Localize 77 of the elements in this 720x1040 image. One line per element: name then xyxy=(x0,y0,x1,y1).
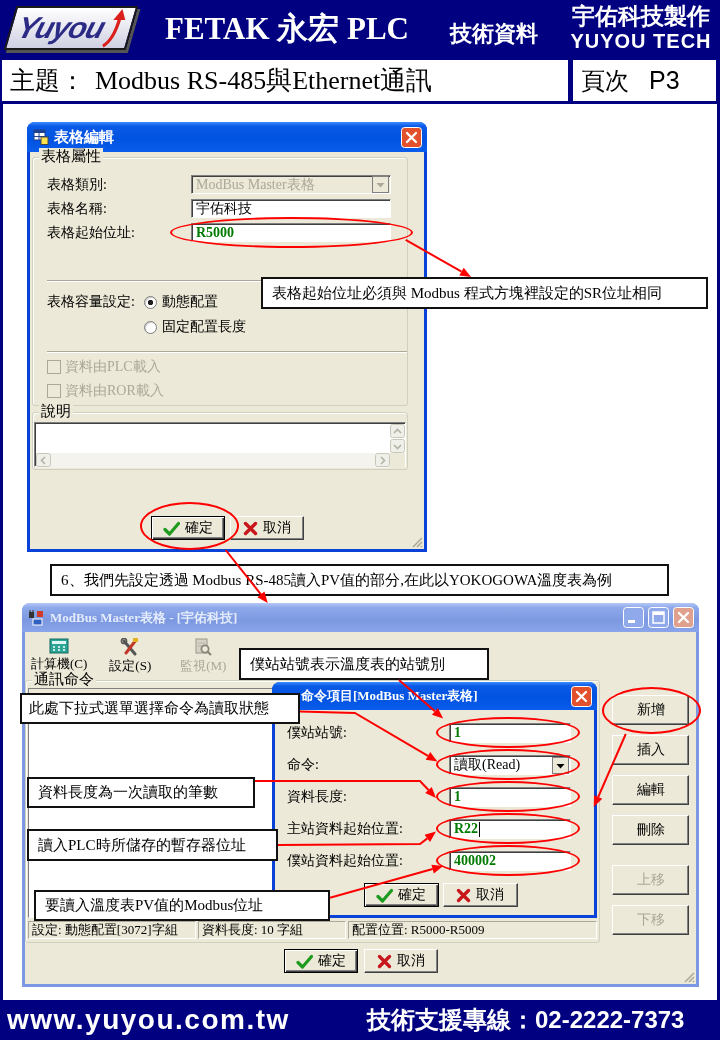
field-label: 僕站站號: xyxy=(287,724,347,742)
callout-note: 表格起始位址必須與 Modbus 程式方塊裡設定的SR位址相同 xyxy=(261,277,708,309)
field-label: 表格容量設定: xyxy=(47,293,136,311)
text-field[interactable]: 1 xyxy=(449,723,571,743)
status-text: 資料長度: 10 字組 xyxy=(198,921,346,939)
magnifier-document-icon xyxy=(193,638,214,656)
window-title: 表格編輯 xyxy=(54,127,114,147)
status-text: 配置位置: R5000-R5009 xyxy=(348,921,597,939)
group-title: 通訊命令 xyxy=(32,671,96,688)
cross-icon xyxy=(242,520,258,536)
subject-title: Modbus RS-485與Ethernet通訊 xyxy=(95,65,433,97)
action-button[interactable]: 刪除 xyxy=(612,815,689,845)
text-field[interactable]: R5000 xyxy=(191,223,391,242)
website-address: www.yuyou.com.tw xyxy=(7,1004,291,1036)
group-title: 說明 xyxy=(39,403,73,420)
header-title: FETAK 永宏 PLC xyxy=(165,10,410,48)
maker-name: 宇佑科技製作 xyxy=(572,3,710,29)
callout-note: 資料長度為一次讀取的筆數 xyxy=(27,777,255,808)
dropdown-field[interactable]: 讀取(Read) xyxy=(449,755,571,775)
maker-name-english: YUYOU TECH xyxy=(570,29,712,53)
annotation-arrow xyxy=(404,238,472,277)
option-label: 動態配置 xyxy=(162,293,218,311)
checkmark-icon xyxy=(162,520,180,536)
ok-button[interactable]: 確定 xyxy=(150,516,225,540)
checkmark-icon xyxy=(376,887,393,903)
group-title: 表格屬性 xyxy=(39,148,103,165)
field-label: 主站資料起始位置: xyxy=(287,820,403,838)
scrollbar-corner xyxy=(390,453,405,468)
field-label: 命令: xyxy=(287,756,319,774)
app-icon xyxy=(28,609,44,626)
callout-note: 要讀入溫度表PV值的Modbus位址 xyxy=(34,890,330,921)
action-button[interactable]: 新增 xyxy=(612,695,689,725)
toolbar-button[interactable]: 設定(S) xyxy=(109,638,152,675)
action-button[interactable]: 編輯 xyxy=(612,775,689,805)
minimize-icon[interactable] xyxy=(623,607,644,628)
page-label: 頁次 xyxy=(581,65,629,96)
table-icon xyxy=(33,129,49,145)
text-area[interactable] xyxy=(34,422,406,467)
radio-button[interactable] xyxy=(144,295,157,309)
maximize-icon[interactable] xyxy=(648,607,669,628)
checkbox-label: 資料由ROR載入 xyxy=(65,382,164,400)
cancel-button[interactable]: 取消 xyxy=(229,516,304,540)
window-title: ModBus Master表格 - [宇佑科技] xyxy=(50,608,238,627)
action-button[interactable]: 插入 xyxy=(612,735,689,765)
ok-button[interactable]: 確定 xyxy=(283,949,358,973)
callout-note: 僕站站號表示溫度表的站號別 xyxy=(239,648,489,680)
page-number: P3 xyxy=(649,64,680,96)
support-hotline: 技術支援專線：02-2222-7373 xyxy=(367,1005,685,1035)
cross-icon xyxy=(456,887,471,903)
text-field[interactable]: R22 xyxy=(449,819,571,839)
logo-text: Yuyou xyxy=(13,13,109,43)
checkmark-icon xyxy=(295,953,313,969)
callout-note: 此處下拉式選單選擇命令為讀取狀態 xyxy=(20,693,300,724)
status-text: 設定: 動態配置[3072]字組 xyxy=(28,921,196,939)
field-label: 僕站資料起始位置: xyxy=(287,852,403,870)
subject-label: 主題： xyxy=(10,64,85,96)
text-field[interactable]: 1 xyxy=(449,787,571,807)
ok-button[interactable]: 確定 xyxy=(363,883,439,907)
option-label: 固定配置長度 xyxy=(162,318,246,336)
field-label: 表格類別: xyxy=(47,175,108,194)
resize-grip-icon xyxy=(411,536,423,548)
cancel-button[interactable]: 取消 xyxy=(363,949,438,973)
close-icon[interactable] xyxy=(571,685,592,707)
calculator-icon xyxy=(49,638,70,654)
text-field[interactable]: 400002 xyxy=(449,851,571,871)
field-label: 表格起始位址: xyxy=(47,223,136,242)
tools-icon xyxy=(120,638,141,656)
cross-icon xyxy=(376,953,392,969)
resize-grip-icon xyxy=(683,971,695,983)
checkbox-label: 資料由PLC載入 xyxy=(65,358,161,376)
document-type: 技術資料 xyxy=(450,20,539,48)
cancel-button[interactable]: 取消 xyxy=(442,883,518,907)
callout-note: 讀入PLC時所儲存的暫存器位址 xyxy=(27,829,278,861)
text-field[interactable]: 宇佑科技 xyxy=(191,199,391,218)
close-icon[interactable] xyxy=(401,126,422,148)
field-label: 資料長度: xyxy=(287,788,347,806)
field-label: 表格名稱: xyxy=(47,199,108,218)
